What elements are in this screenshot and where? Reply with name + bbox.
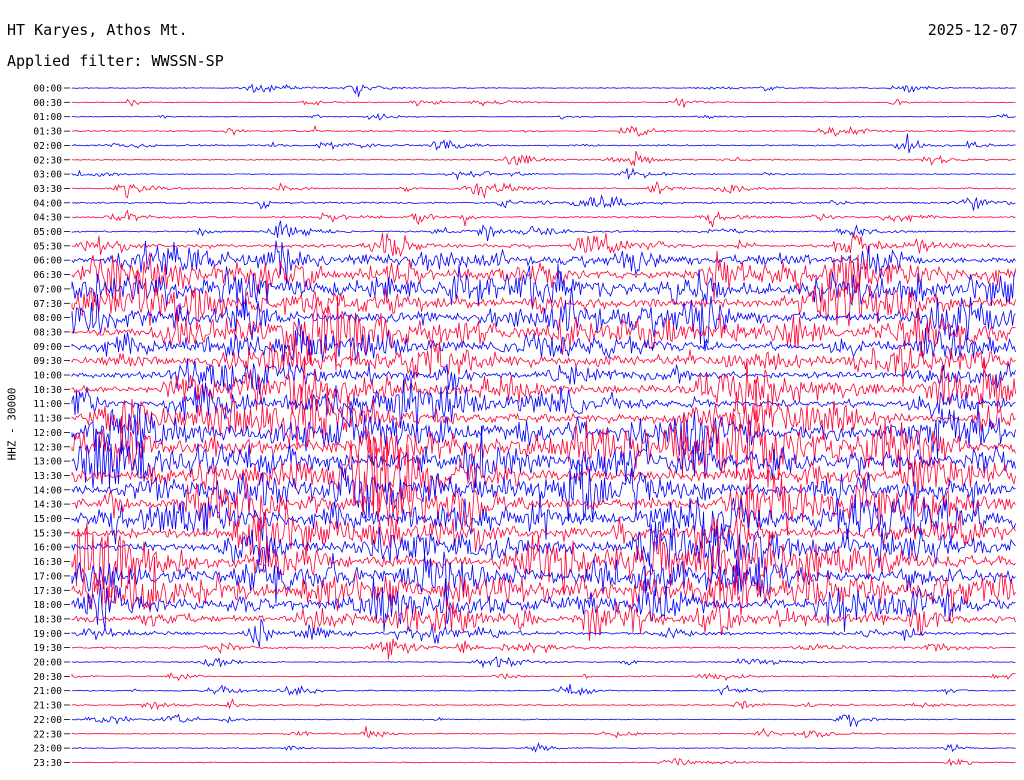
time-label: 22:00 — [33, 715, 62, 726]
trace-line-2300 — [71, 742, 1016, 753]
time-label: 18:00 — [33, 600, 62, 611]
trace-line-2000 — [71, 656, 1016, 669]
trace-line-1230 — [71, 410, 1016, 488]
trace-line-0500 — [71, 220, 1016, 242]
time-label: 04:00 — [33, 198, 62, 209]
time-label: 23:00 — [33, 744, 62, 755]
trace-line-0000 — [71, 83, 1016, 97]
time-label: 12:00 — [33, 428, 62, 439]
trace-line-2230 — [71, 726, 1016, 739]
trace-line-0730 — [71, 269, 1016, 330]
time-label: 05:00 — [33, 227, 62, 238]
time-label: 14:00 — [33, 485, 62, 496]
time-label: 13:30 — [33, 471, 62, 482]
time-label: 19:30 — [33, 643, 62, 654]
time-label: 06:30 — [33, 270, 62, 281]
time-label: 14:30 — [33, 500, 62, 511]
time-label: 11:00 — [33, 399, 62, 410]
time-label: 09:00 — [33, 342, 62, 353]
time-label: 21:00 — [33, 686, 62, 697]
trace-line-1430 — [71, 465, 1016, 536]
time-label: 00:30 — [33, 98, 62, 109]
time-label: 01:30 — [33, 127, 62, 138]
trace-line-1200 — [71, 401, 1016, 459]
time-label: 16:30 — [33, 557, 62, 568]
time-label: 00:00 — [33, 84, 62, 95]
time-label: 03:00 — [33, 170, 62, 181]
trace-line-0030 — [71, 97, 1016, 108]
trace-line-1030 — [71, 358, 1016, 414]
time-label: 09:30 — [33, 356, 62, 367]
trace-line-2330 — [71, 757, 1016, 767]
trace-line-1500 — [71, 493, 1016, 546]
trace-line-1900 — [71, 618, 1016, 648]
trace-line-2030 — [71, 672, 1016, 682]
time-label: 07:30 — [33, 299, 62, 310]
time-label: 20:30 — [33, 672, 62, 683]
time-label: 05:30 — [33, 241, 62, 252]
time-label: 17:30 — [33, 586, 62, 597]
trace-line-0400 — [71, 194, 1016, 211]
time-label: 07:00 — [33, 284, 62, 295]
trace-line-0530 — [71, 232, 1016, 257]
time-label: 22:30 — [33, 729, 62, 740]
trace-line-1930 — [71, 638, 1016, 660]
helicorder-plot: 00:00 00:30 01:00 01:30 02:00 02:30 03:00 03:30… — [33, 83, 1016, 769]
time-label: 17:00 — [33, 571, 62, 582]
trace-line-0200 — [71, 133, 1016, 154]
time-label: 18:30 — [33, 614, 62, 625]
time-label: 13:00 — [33, 457, 62, 468]
time-label: 16:00 — [33, 543, 62, 554]
time-label: 03:30 — [33, 184, 62, 195]
trace-line-2200 — [71, 713, 1016, 728]
time-label: 01:00 — [33, 112, 62, 123]
time-label: 10:00 — [33, 371, 62, 382]
time-label: 10:30 — [33, 385, 62, 396]
trace-line-0130 — [71, 124, 1016, 137]
time-label: 15:00 — [33, 514, 62, 525]
trace-line-0430 — [71, 209, 1016, 228]
trace-line-0330 — [71, 180, 1016, 199]
time-label: 02:00 — [33, 141, 62, 152]
trace-line-0600 — [71, 240, 1016, 284]
time-label: 08:30 — [33, 327, 62, 338]
trace-line-2100 — [71, 683, 1016, 697]
time-label: 20:00 — [33, 658, 62, 669]
time-label: 06:00 — [33, 256, 62, 267]
time-label-group: 00:00 00:30 01:00 01:30 02:00 02:30 03:00 03:30… — [33, 84, 70, 769]
time-label: 02:30 — [33, 155, 62, 166]
trace-line-0100 — [71, 112, 1016, 121]
time-label: 15:30 — [33, 528, 62, 539]
time-label: 23:30 — [33, 758, 62, 769]
time-label: 08:00 — [33, 313, 62, 324]
trace-line-1800 — [71, 577, 1016, 632]
time-label: 12:30 — [33, 442, 62, 453]
time-label: 19:00 — [33, 629, 62, 640]
trace-line-0300 — [71, 167, 1016, 181]
time-label: 04:30 — [33, 213, 62, 224]
time-label: 21:30 — [33, 701, 62, 712]
trace-line-0230 — [71, 150, 1016, 166]
trace-group — [71, 83, 1016, 767]
trace-line-1600 — [71, 511, 1016, 577]
time-label: 11:30 — [33, 414, 62, 425]
trace-line-2130 — [71, 698, 1016, 711]
